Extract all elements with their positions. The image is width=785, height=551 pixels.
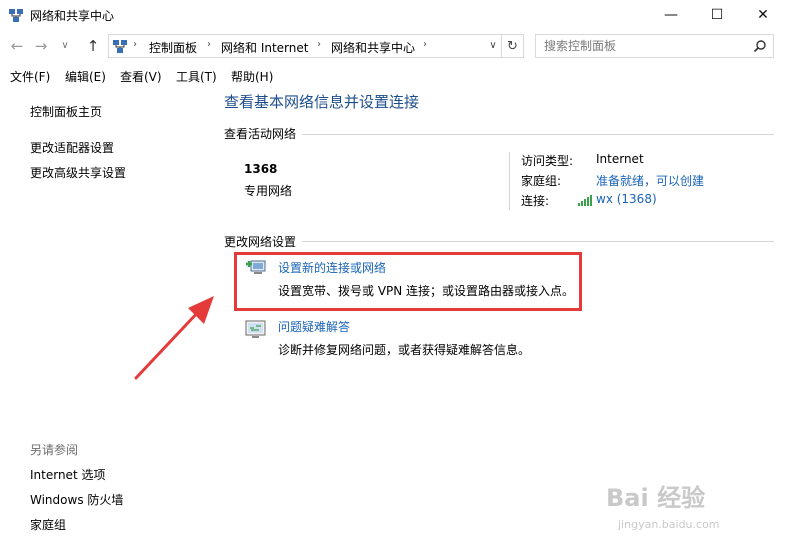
menu-help[interactable]: 帮助(H) <box>231 68 273 85</box>
change-adapter-settings-link[interactable]: 更改适配器设置 <box>30 139 114 156</box>
active-networks-heading: 查看活动网络 <box>224 127 297 141</box>
menu-tools[interactable]: 工具(T) <box>176 68 217 85</box>
breadcrumb-control-panel[interactable]: 控制面板 <box>149 39 197 56</box>
maximize-button[interactable]: ☐ <box>694 0 740 30</box>
up-button[interactable]: ↑ <box>84 36 102 56</box>
menu-view[interactable]: 查看(V) <box>120 68 162 85</box>
homegroup-status-link[interactable]: 准备就绪，可以创建 <box>596 172 704 189</box>
arrow-left-icon: ← <box>10 37 24 55</box>
maximize-icon: ☐ <box>710 7 724 23</box>
chevron-down-icon: ∨ <box>489 40 497 51</box>
window-title: 网络和共享中心 <box>30 9 115 23</box>
breadcrumb-separator-icon[interactable]: › <box>207 39 211 50</box>
arrow-up-icon: ↑ <box>86 37 100 55</box>
watermark-logo-text: Bai 经验 <box>606 484 706 512</box>
page-title: 查看基本网络信息并设置连接 <box>224 93 420 111</box>
breadcrumb-network-sharing-center[interactable]: 网络和共享中心 <box>331 39 415 56</box>
windows-firewall-link[interactable]: Windows 防火墙 <box>30 491 123 508</box>
menu-edit[interactable]: 编辑(E) <box>65 68 106 85</box>
highlight-annotation-box <box>234 252 582 311</box>
control-panel-home-link[interactable]: 控制面板主页 <box>30 103 102 120</box>
refresh-icon: ↻ <box>507 38 518 54</box>
search-icon[interactable] <box>753 39 767 53</box>
close-icon: ✕ <box>757 7 769 23</box>
chevron-down-icon: ∨ <box>61 40 69 51</box>
homegroup-label: 家庭组: <box>521 174 562 188</box>
connection-link[interactable]: wx (1368) <box>596 192 657 206</box>
baidu-watermark: Bai 经验 jingyan.baidu.com <box>600 478 770 542</box>
forward-button[interactable]: → <box>32 36 50 56</box>
wifi-signal-icon <box>578 195 592 206</box>
navigation-bar: ← → ∨ ↑ › 控制面板 › 网络和 Internet › 网络和共享中心 … <box>0 32 785 60</box>
minimize-button[interactable]: — <box>648 0 694 30</box>
menu-file[interactable]: 文件(F) <box>10 68 50 85</box>
troubleshoot-problems-description: 诊断并修复网络问题，或者获得疑难解答信息。 <box>278 343 531 357</box>
see-also-heading: 另请参阅 <box>30 443 79 457</box>
back-button[interactable]: ← <box>8 36 26 56</box>
close-button[interactable]: ✕ <box>740 0 785 30</box>
troubleshoot-problems-link[interactable]: 问题疑难解答 <box>278 318 350 335</box>
address-history-dropdown[interactable]: ∨ <box>486 38 500 54</box>
troubleshoot-icon <box>245 320 266 338</box>
title-bar: 网络和共享中心 — ☐ ✕ <box>0 0 785 30</box>
change-advanced-sharing-link[interactable]: 更改高级共享设置 <box>30 164 126 181</box>
breadcrumb-separator-icon[interactable]: › <box>317 39 321 50</box>
access-type-value: Internet <box>596 152 644 166</box>
arrow-right-icon: → <box>34 37 48 55</box>
address-bar[interactable]: › 控制面板 › 网络和 Internet › 网络和共享中心 › ∨ <box>108 34 502 58</box>
connection-label: 连接: <box>521 194 550 208</box>
network-properties-divider <box>509 152 510 210</box>
annotation-arrow-icon <box>134 296 214 380</box>
minimize-icon: — <box>664 7 678 23</box>
recent-locations-button[interactable]: ∨ <box>56 36 74 56</box>
network-center-icon <box>113 40 127 53</box>
refresh-button[interactable]: ↻ <box>502 34 524 58</box>
change-settings-heading: 更改网络设置 <box>224 235 297 249</box>
breadcrumb-separator-icon[interactable]: › <box>423 39 427 50</box>
menu-bar: 文件(F) 编辑(E) 查看(V) 工具(T) 帮助(H) <box>0 66 785 86</box>
network-center-icon <box>9 9 23 22</box>
breadcrumb-separator-icon[interactable]: › <box>133 39 137 50</box>
internet-options-link[interactable]: Internet 选项 <box>30 466 105 483</box>
section-divider <box>302 134 774 135</box>
network-category: 专用网络 <box>244 184 293 198</box>
network-name: 1368 <box>244 162 278 176</box>
section-divider <box>302 241 774 242</box>
breadcrumb-network-internet[interactable]: 网络和 Internet <box>221 39 308 56</box>
access-type-label: 访问类型: <box>521 154 574 168</box>
search-box[interactable] <box>535 34 774 58</box>
watermark-url: jingyan.baidu.com <box>618 518 720 531</box>
homegroup-link[interactable]: 家庭组 <box>30 516 66 533</box>
search-input[interactable] <box>536 35 750 57</box>
